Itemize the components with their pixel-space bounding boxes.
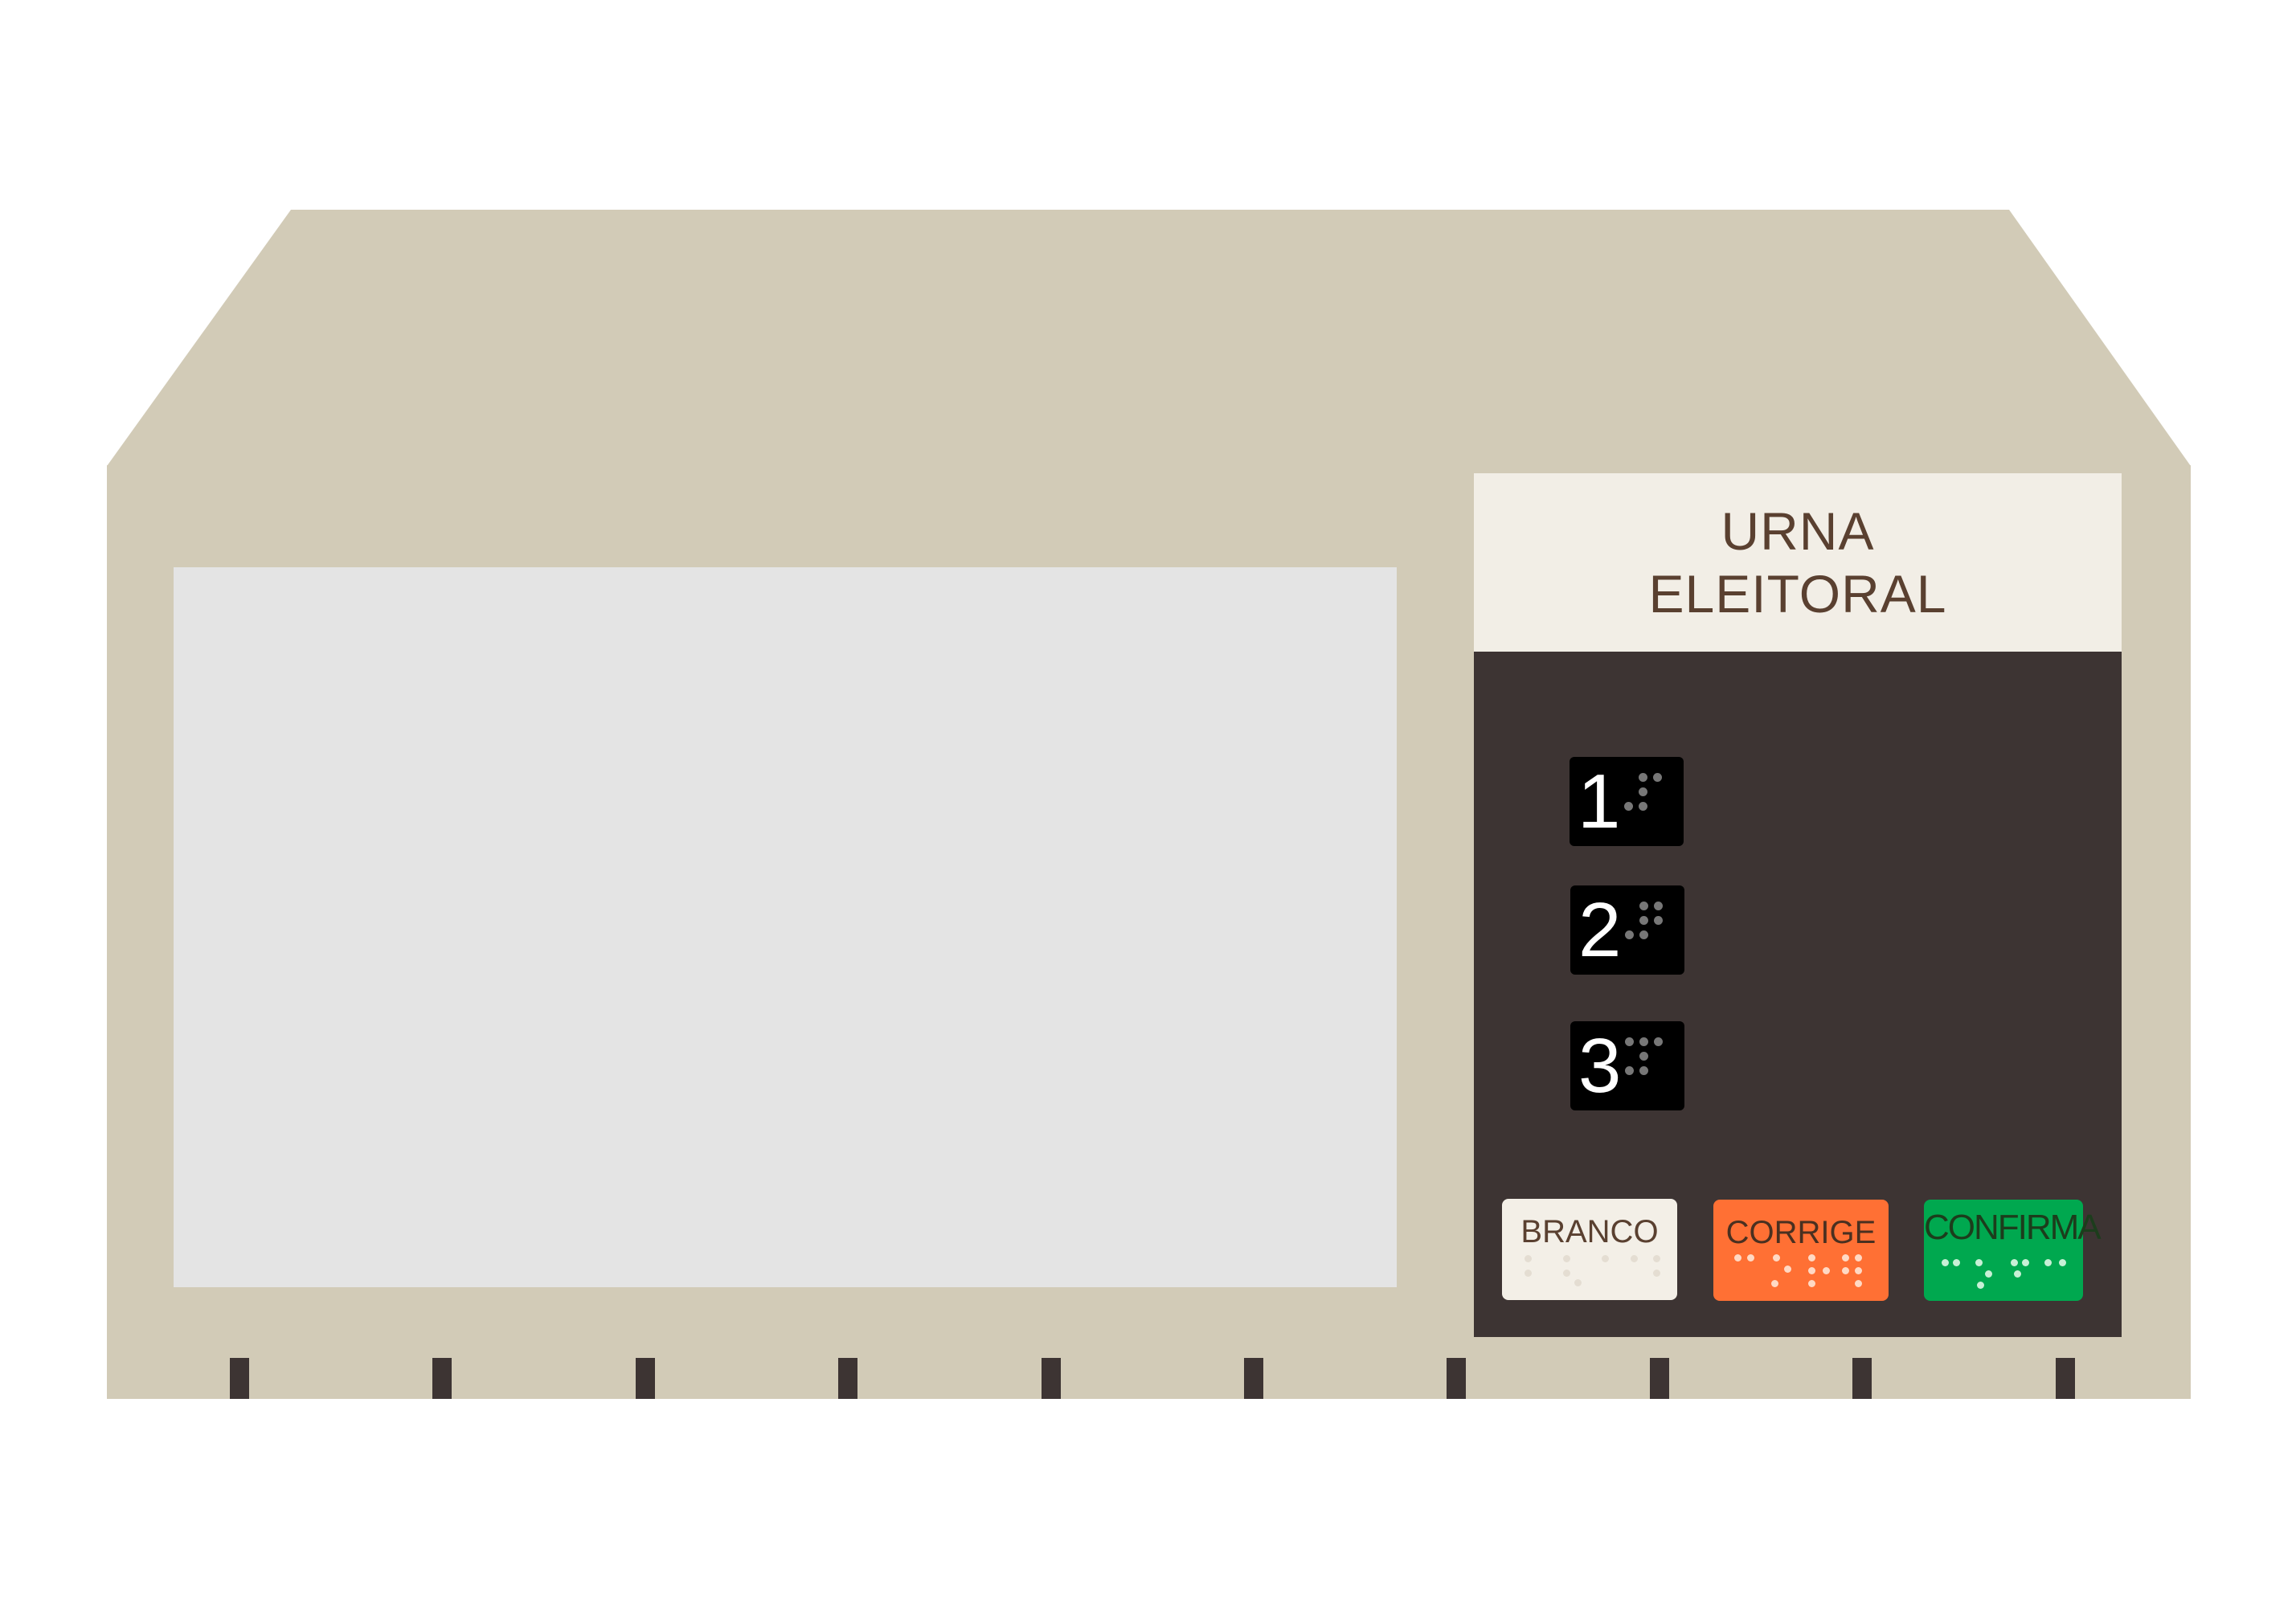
machine-foot xyxy=(636,1358,655,1399)
machine-foot xyxy=(1447,1358,1466,1399)
voting-machine: URNA ELEITORAL 1 2 3 BRANCO CORRIGE CONF… xyxy=(0,0,2296,1607)
machine-foot xyxy=(432,1358,452,1399)
branco-button-label: BRANCO xyxy=(1520,1214,1659,1249)
keypad-panel: 1 2 3 BRANCO CORRIGE CONFIRMA xyxy=(1474,652,2122,1337)
label-title-line-1: URNA xyxy=(1721,501,1875,561)
braille-icon xyxy=(1622,902,1673,950)
machine-foot xyxy=(1650,1358,1669,1399)
key-1-digit: 1 xyxy=(1578,759,1621,844)
machine-foot xyxy=(1852,1358,1872,1399)
corrige-button-label: CORRIGE xyxy=(1725,1215,1876,1250)
confirma-button[interactable]: CONFIRMA xyxy=(1924,1200,2102,1301)
confirma-button-label: CONFIRMA xyxy=(1924,1208,2102,1247)
key-3[interactable]: 3 xyxy=(1570,1021,1684,1110)
key-2-digit: 2 xyxy=(1578,887,1622,973)
machine-foot xyxy=(230,1358,249,1399)
display-screen xyxy=(174,567,1397,1287)
key-3-digit: 3 xyxy=(1578,1023,1622,1109)
label-title-line-2: ELEITORAL xyxy=(1648,564,1947,624)
machine-foot xyxy=(2056,1358,2075,1399)
machine-foot xyxy=(1042,1358,1061,1399)
key-1[interactable]: 1 xyxy=(1570,757,1684,846)
braille-icon xyxy=(1622,1037,1673,1086)
machine-foot xyxy=(838,1358,857,1399)
corrige-button[interactable]: CORRIGE xyxy=(1713,1200,1889,1301)
machine-foot xyxy=(1244,1358,1263,1399)
key-2[interactable]: 2 xyxy=(1570,885,1684,975)
machine-label-plate: URNA ELEITORAL xyxy=(1474,473,2122,652)
braille-icon xyxy=(1621,773,1672,821)
branco-button[interactable]: BRANCO xyxy=(1502,1199,1677,1300)
